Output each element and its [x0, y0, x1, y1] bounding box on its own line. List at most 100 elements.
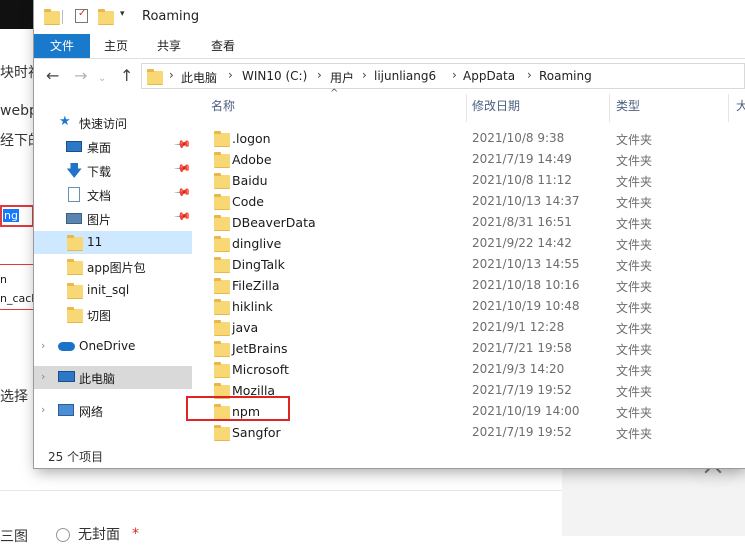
- folder-icon: [214, 215, 230, 231]
- folder-icon: [214, 131, 230, 147]
- nav-item-network[interactable]: › 网络: [34, 399, 192, 422]
- nav-item-pictures[interactable]: 图片 📌: [34, 207, 192, 230]
- table-row[interactable]: FileZilla 2021/10/18 10:16 文件夹: [210, 275, 710, 296]
- back-arrow-icon[interactable]: ←: [46, 68, 59, 84]
- nav-item-desktop[interactable]: 桌面 📌: [34, 135, 192, 158]
- breadcrumb-roaming[interactable]: Roaming: [539, 69, 592, 83]
- radio-label: 无封面: [78, 527, 120, 543]
- pin-icon[interactable]: 📌: [173, 135, 192, 154]
- customize-toolbar-icon[interactable]: ▾: [120, 9, 125, 19]
- tab-view[interactable]: 查看: [202, 34, 244, 58]
- folder-icon: [214, 236, 230, 252]
- nav-item-app-pictures[interactable]: app图片包: [34, 255, 192, 278]
- folder-icon: [214, 362, 230, 378]
- folder-icon: [214, 320, 230, 336]
- column-header-name[interactable]: 名称: [211, 97, 235, 119]
- breadcrumb-drive[interactable]: WIN10 (C:): [242, 69, 307, 83]
- table-row[interactable]: .logon 2021/10/8 9:38 文件夹: [210, 128, 710, 149]
- nav-item-documents[interactable]: 文档 📌: [34, 183, 192, 206]
- table-row[interactable]: dinglive 2021/9/22 14:42 文件夹: [210, 233, 710, 254]
- divider: [62, 10, 63, 24]
- table-row[interactable]: hiklink 2021/10/19 10:48 文件夹: [210, 296, 710, 317]
- address-row: ← → ⌄ ↑ › 此电脑 › WIN10 (C:) › 用户 › lijunl…: [34, 60, 745, 92]
- network-icon: [58, 404, 74, 416]
- column-header-date[interactable]: 修改日期: [472, 97, 520, 119]
- nav-item-onedrive[interactable]: › OneDrive: [34, 335, 192, 358]
- table-row[interactable]: Code 2021/10/13 14:37 文件夹: [210, 191, 710, 212]
- nav-item-this-pc[interactable]: › 此电脑: [34, 366, 192, 389]
- chevron-right-icon[interactable]: ›: [41, 403, 45, 416]
- up-arrow-icon[interactable]: ↑: [120, 68, 133, 84]
- chevron-right-icon[interactable]: ›: [228, 68, 233, 82]
- nav-item-downloads[interactable]: 🡇 下载 📌: [34, 159, 192, 182]
- column-divider[interactable]: [728, 94, 729, 122]
- divider: [0, 490, 562, 491]
- properties-icon[interactable]: ✓: [75, 8, 88, 23]
- background-dropdown[interactable]: n n_cach: [0, 264, 38, 310]
- recent-dropdown-icon[interactable]: ⌄: [98, 71, 106, 87]
- chevron-right-icon[interactable]: ›: [41, 339, 45, 352]
- folder-icon: [44, 9, 60, 25]
- window-title: Roaming: [142, 9, 200, 24]
- folder-icon: [67, 235, 83, 251]
- pin-icon[interactable]: 📌: [173, 207, 192, 226]
- folder-icon: [214, 341, 230, 357]
- chevron-right-icon[interactable]: ›: [169, 68, 174, 82]
- breadcrumb-this-pc[interactable]: 此电脑: [181, 69, 217, 86]
- nav-item-11[interactable]: 11: [34, 231, 192, 254]
- folder-icon: [147, 69, 163, 85]
- tab-share[interactable]: 共享: [148, 34, 190, 58]
- chevron-right-icon[interactable]: ›: [317, 68, 322, 82]
- sort-ascending-icon: ^: [330, 88, 339, 99]
- forward-arrow-icon[interactable]: →: [74, 68, 87, 84]
- chevron-right-icon[interactable]: ›: [362, 68, 367, 82]
- folder-icon: [214, 194, 230, 210]
- navigation-pane: ★ 快速访问 桌面 📌 🡇 下载 📌 文档 📌 图片 📌 11 app图片包 i…: [34, 93, 192, 445]
- column-divider[interactable]: [609, 94, 610, 122]
- folder-icon: [214, 299, 230, 315]
- table-row[interactable]: Sangfor 2021/7/19 19:52 文件夹: [210, 422, 710, 443]
- picture-icon: [66, 213, 82, 224]
- table-row[interactable]: DBeaverData 2021/8/31 16:51 文件夹: [210, 212, 710, 233]
- folder-icon: [214, 425, 230, 441]
- folder-icon: [67, 283, 83, 299]
- breadcrumb-appdata[interactable]: AppData: [463, 69, 515, 83]
- pin-icon[interactable]: 📌: [173, 183, 192, 202]
- table-row[interactable]: JetBrains 2021/7/21 19:58 文件夹: [210, 338, 710, 359]
- computer-icon: [58, 371, 75, 382]
- table-row[interactable]: Microsoft 2021/9/3 14:20 文件夹: [210, 359, 710, 380]
- breadcrumb-users[interactable]: 用户: [330, 69, 354, 86]
- status-item-count: 25 个项目: [48, 450, 104, 464]
- column-header-size[interactable]: 大: [736, 97, 745, 119]
- folder-icon: [67, 259, 83, 275]
- chevron-right-icon[interactable]: ›: [41, 370, 45, 383]
- star-icon: ★: [59, 114, 71, 129]
- table-row[interactable]: Baidu 2021/10/8 11:12 文件夹: [210, 170, 710, 191]
- address-bar[interactable]: › 此电脑 › WIN10 (C:) › 用户 › lijunliang6 › …: [141, 63, 745, 89]
- background-text: webp: [0, 103, 38, 119]
- pin-icon[interactable]: 📌: [173, 159, 192, 178]
- table-row[interactable]: Adobe 2021/7/19 14:49 文件夹: [210, 149, 710, 170]
- background-text: 选择: [0, 389, 28, 405]
- background-input[interactable]: ng: [0, 205, 34, 227]
- radio-button[interactable]: [56, 528, 70, 542]
- ribbon: 文件 主页 共享 查看: [34, 34, 745, 59]
- new-folder-icon[interactable]: [98, 9, 114, 25]
- cloud-icon: [58, 342, 75, 351]
- table-row[interactable]: java 2021/9/1 12:28 文件夹: [210, 317, 710, 338]
- column-header-type[interactable]: 类型: [616, 97, 640, 119]
- tab-home[interactable]: 主页: [96, 34, 136, 58]
- folder-icon: [67, 307, 83, 323]
- title-bar: ✓ ▾ Roaming: [34, 0, 745, 34]
- table-row[interactable]: DingTalk 2021/10/13 14:55 文件夹: [210, 254, 710, 275]
- tab-file[interactable]: 文件: [34, 34, 90, 58]
- chevron-right-icon[interactable]: ›: [452, 68, 457, 82]
- background-text: 三图: [0, 529, 28, 545]
- nav-item-slices[interactable]: 切图: [34, 303, 192, 326]
- column-divider[interactable]: [466, 94, 467, 122]
- explorer-window: ✓ ▾ Roaming 文件 主页 共享 查看 ← → ⌄ ↑ › 此电脑 › …: [34, 0, 745, 468]
- chevron-right-icon[interactable]: ›: [527, 68, 532, 82]
- nav-item-init-sql[interactable]: init_sql: [34, 279, 192, 302]
- breadcrumb-user[interactable]: lijunliang6: [374, 69, 436, 83]
- nav-quick-access[interactable]: ★ 快速访问: [34, 111, 192, 134]
